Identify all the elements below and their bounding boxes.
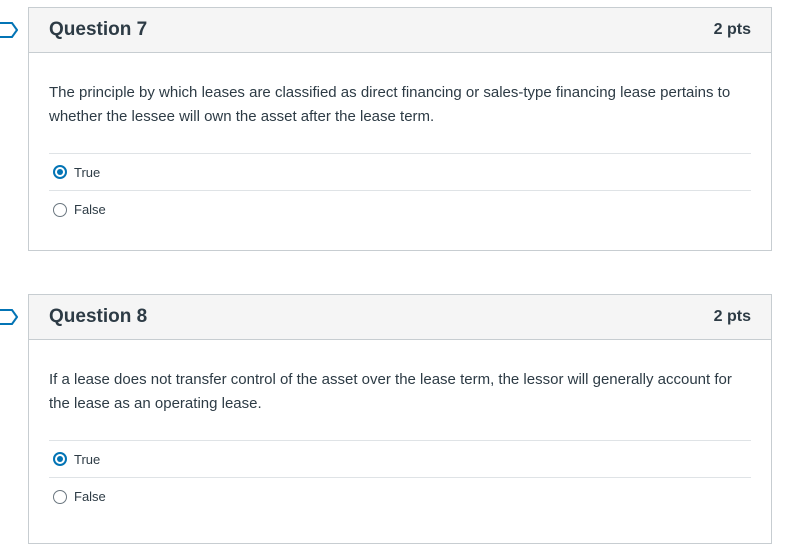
question-header: Question 8 2 pts: [29, 295, 771, 340]
question-body: The principle by which leases are classi…: [29, 53, 771, 228]
flag-question-7-icon[interactable]: [0, 21, 18, 39]
answer-option-false[interactable]: False: [49, 478, 751, 515]
answer-label[interactable]: True: [74, 165, 100, 180]
answer-list: True False: [49, 153, 751, 228]
radio-button[interactable]: [53, 202, 67, 217]
answer-label[interactable]: False: [74, 489, 106, 504]
radio-button[interactable]: [53, 489, 67, 504]
question-title: Question 8: [49, 306, 148, 327]
question-body: If a lease does not transfer control of …: [29, 340, 771, 515]
answer-option-true[interactable]: True: [49, 441, 751, 478]
question-header: Question 7 2 pts: [29, 8, 771, 53]
radio-button-selected[interactable]: [53, 452, 67, 466]
question-text: The principle by which leases are classi…: [49, 84, 731, 125]
question-points: 2 pts: [713, 21, 751, 38]
answer-option-false[interactable]: False: [49, 191, 751, 228]
answer-list: True False: [49, 440, 751, 515]
question-points: 2 pts: [713, 308, 751, 325]
answer-option-true[interactable]: True: [49, 154, 751, 191]
question-text: If a lease does not transfer control of …: [49, 371, 732, 412]
question-title: Question 7: [49, 19, 148, 40]
answer-label[interactable]: False: [74, 202, 106, 217]
question-7: Question 7 2 pts The principle by which …: [28, 7, 772, 251]
radio-button-selected[interactable]: [53, 165, 67, 179]
question-8: Question 8 2 pts If a lease does not tra…: [28, 294, 772, 544]
answer-label[interactable]: True: [74, 452, 100, 467]
flag-question-8-icon[interactable]: [0, 308, 18, 326]
